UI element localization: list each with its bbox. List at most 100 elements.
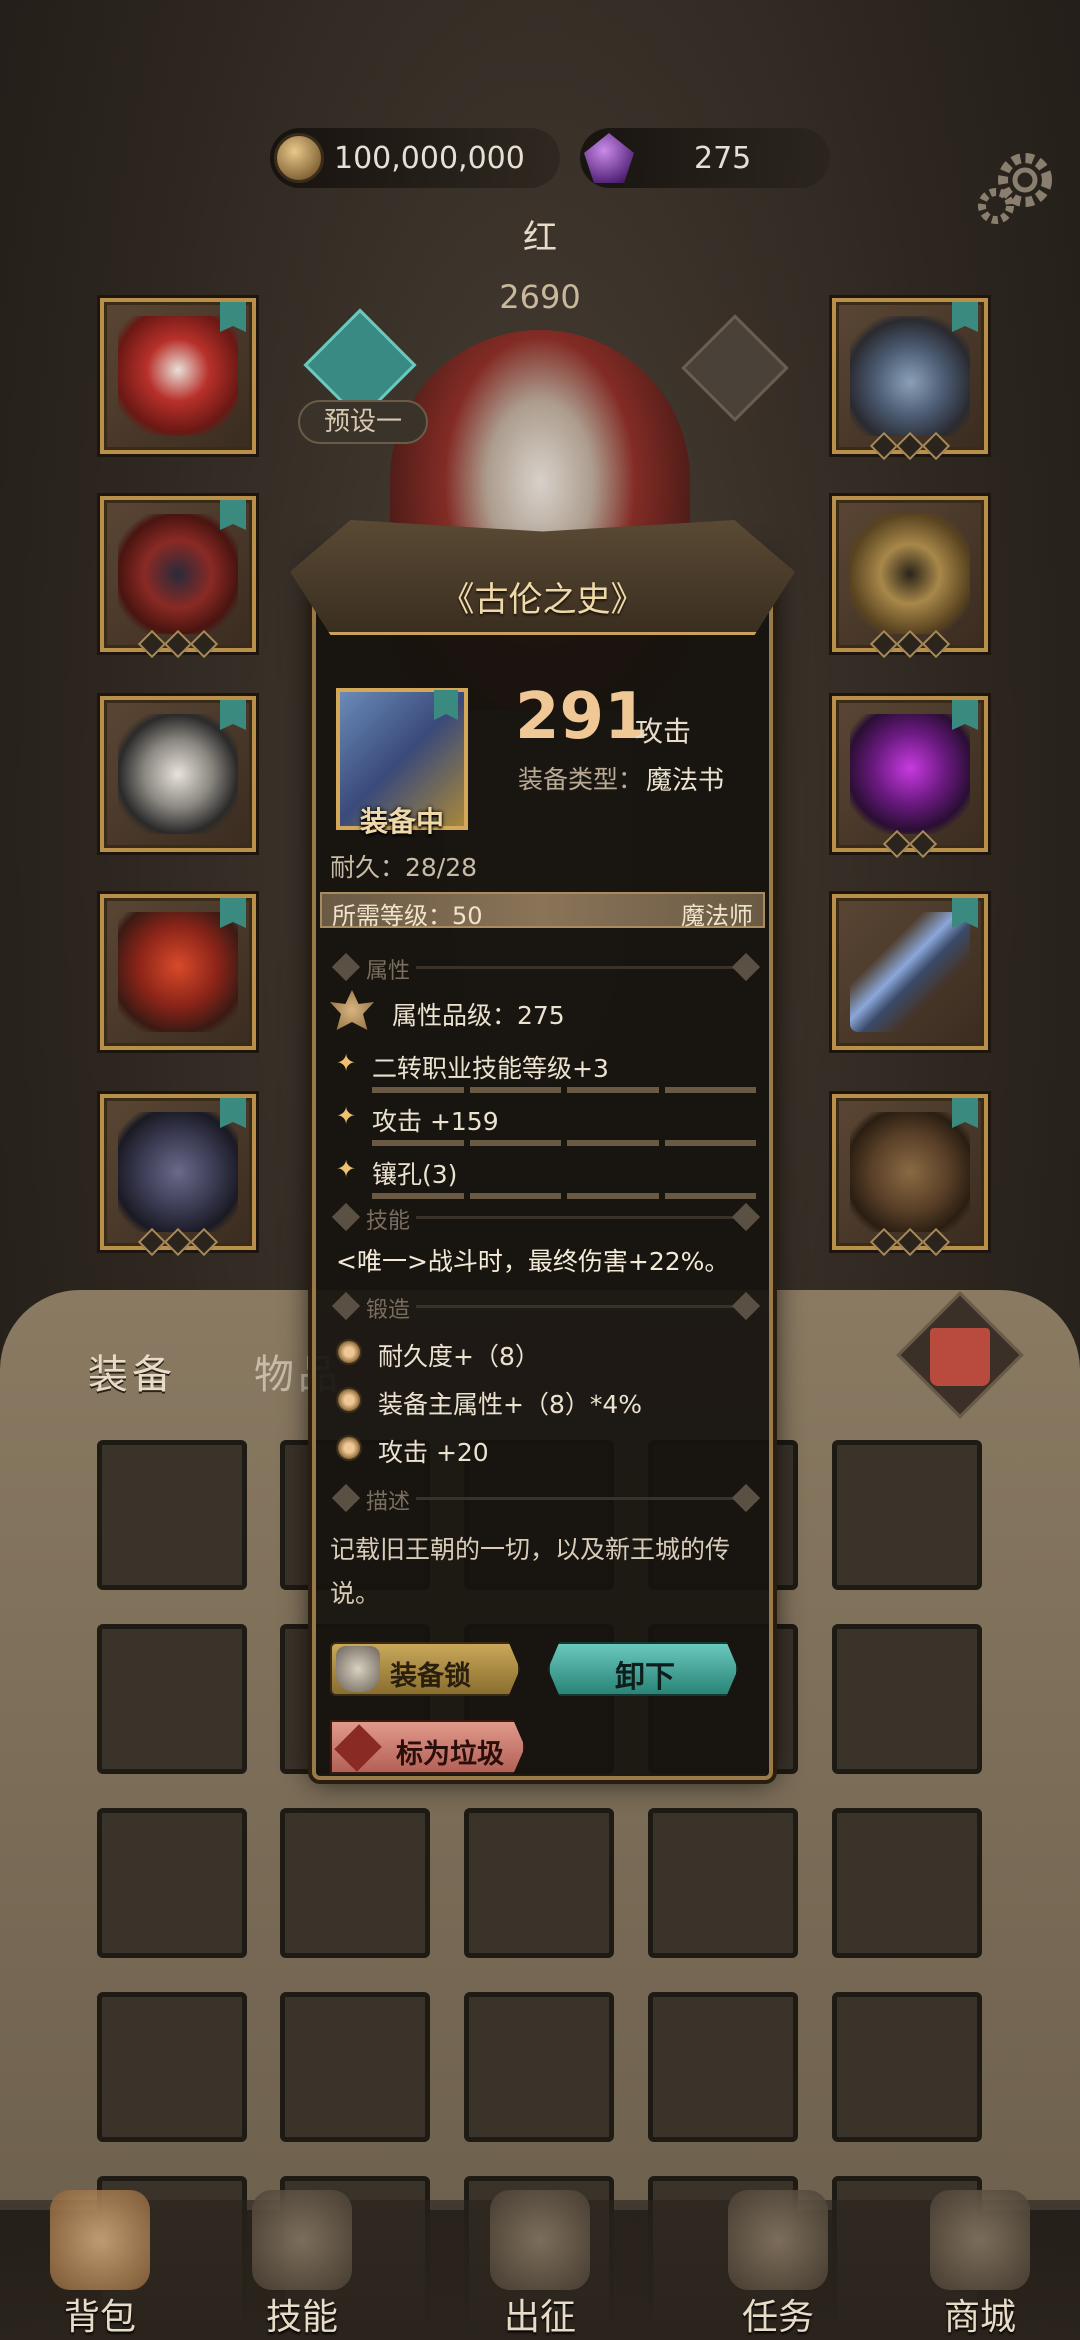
nav-backpack[interactable]: 背包 xyxy=(20,2190,180,2340)
equip-slot-armor[interactable] xyxy=(100,496,256,659)
section-attributes: 属性 xyxy=(331,952,761,984)
sparkle-icon: ✦ xyxy=(336,1102,357,1130)
nav-shop[interactable]: 商城 xyxy=(900,2190,1060,2340)
purple-helmet-icon xyxy=(850,714,970,834)
attribute-row: ✦ 二转职业技能等级+3 xyxy=(336,1047,756,1093)
section-skills: 技能 xyxy=(331,1202,761,1234)
gender-icon[interactable] xyxy=(681,314,789,422)
equip-slot-helmet[interactable] xyxy=(832,696,988,859)
equip-type-label: 装备类型： xyxy=(518,765,644,794)
equip-slot-cloak[interactable] xyxy=(100,298,256,454)
section-description: 描述 xyxy=(331,1483,761,1515)
inventory-slot[interactable] xyxy=(280,1808,430,1958)
inventory-slot[interactable] xyxy=(832,1992,982,2142)
purple-gem-icon xyxy=(584,133,634,183)
equip-slot-weapon[interactable] xyxy=(832,894,988,1050)
dark-boots-icon xyxy=(118,1112,238,1232)
forge-dot-icon xyxy=(336,1339,362,1365)
equip-lock-button[interactable]: 装备锁 xyxy=(330,1642,520,1696)
sword-map-icon xyxy=(490,2190,590,2290)
inventory-slot[interactable] xyxy=(832,1624,982,1774)
gem-counter: 275 xyxy=(580,128,830,188)
trash-icon[interactable] xyxy=(930,1328,990,1386)
sparkle-icon: ✦ xyxy=(336,1049,357,1077)
gem-amount: 275 xyxy=(694,140,752,176)
red-cloak-icon xyxy=(118,316,238,436)
game-screen: 100,000,000 275 红 2690 预设一 装备 物品 背包 技能 出… xyxy=(0,0,1080,2340)
attack-label: 攻击 xyxy=(635,715,692,748)
inventory-slot[interactable] xyxy=(97,1624,247,1774)
description-text: 记载旧王朝的一切，以及新王城的传说。 xyxy=(330,1535,731,1608)
inventory-slot[interactable] xyxy=(97,1808,247,1958)
equipped-label: 装备中 xyxy=(359,805,444,838)
backpack-icon xyxy=(50,2190,150,2290)
inventory-slot[interactable] xyxy=(832,1440,982,1590)
socket-gems xyxy=(836,431,984,461)
shop-crown-icon xyxy=(930,2190,1030,2290)
attack-value: 291 xyxy=(515,680,649,754)
white-gloves-icon xyxy=(118,714,238,834)
nav-label: 技能 xyxy=(265,2297,338,2338)
nav-label: 任务 xyxy=(741,2297,814,2338)
requirement-bar: 所需等级：50 魔法师 xyxy=(320,892,765,930)
inventory-slot[interactable] xyxy=(97,1992,247,2142)
equip-slot-boots[interactable] xyxy=(100,1094,256,1257)
necklace-icon xyxy=(850,316,970,436)
forge-dot-icon xyxy=(336,1387,362,1413)
nav-quests[interactable]: 任务 xyxy=(698,2190,858,2340)
gold-coin-icon xyxy=(274,133,324,183)
inventory-slot[interactable] xyxy=(97,1440,247,1590)
inventory-slot[interactable] xyxy=(464,1992,614,2142)
inventory-slot[interactable] xyxy=(832,1808,982,1958)
equip-slot-ring[interactable] xyxy=(832,496,988,659)
socket-gems xyxy=(836,1227,984,1257)
socket-gems xyxy=(836,829,984,859)
required-level: 所需等级：50 xyxy=(332,902,483,930)
nav-expedition[interactable]: 出征 xyxy=(460,2190,620,2340)
red-dress-icon xyxy=(118,514,238,634)
durability: 耐久：28/28 xyxy=(330,853,478,882)
socket-gems xyxy=(104,629,252,659)
equip-slot-necklace[interactable] xyxy=(832,298,988,461)
attribute-row: ✦ 攻击 +159 xyxy=(336,1100,756,1146)
inventory-slot[interactable] xyxy=(648,1808,798,1958)
potion-belt-icon xyxy=(850,1112,970,1232)
nav-skills[interactable]: 技能 xyxy=(222,2190,382,2340)
inventory-slot[interactable] xyxy=(648,1992,798,2142)
socket-gems xyxy=(104,1227,252,1257)
sparkle-icon: ✦ xyxy=(336,1155,357,1183)
gold-ring-icon xyxy=(850,514,970,634)
item-flag xyxy=(434,690,458,720)
nav-label: 背包 xyxy=(63,2297,136,2338)
preset-button[interactable]: 预设一 xyxy=(298,400,428,444)
quest-scroll-icon xyxy=(728,2190,828,2290)
required-class: 魔法师 xyxy=(681,902,753,930)
skill-book-icon xyxy=(252,2190,352,2290)
mark-junk-button[interactable]: 标为垃圾 xyxy=(330,1720,525,1774)
junk-tag-icon xyxy=(334,1724,382,1772)
attribute-row: ✦ 镶孔(3) xyxy=(336,1153,756,1199)
tab-equipment[interactable]: 装备 xyxy=(88,1342,176,1400)
socket-gems xyxy=(836,629,984,659)
nav-label: 商城 xyxy=(943,2297,1016,2338)
character-name: 红 xyxy=(523,218,557,258)
unequip-button[interactable]: 卸下 xyxy=(548,1642,738,1696)
nav-label: 出征 xyxy=(503,2297,576,2338)
inventory-slot[interactable] xyxy=(280,1992,430,2142)
skill-text: <唯一>战斗时，最终伤害+22%。 xyxy=(336,1247,730,1276)
equip-slot-belt[interactable] xyxy=(832,1094,988,1257)
item-detail-popup: 《古伦之史》 装备中 291 攻击 装备类型： 魔法书 耐久：28/28 所需等… xyxy=(290,520,795,1805)
equip-slot-pants[interactable] xyxy=(100,894,256,1050)
equip-slot-gloves[interactable] xyxy=(100,696,256,852)
red-pants-icon xyxy=(118,912,238,1032)
gold-amount: 100,000,000 xyxy=(334,140,525,176)
forge-dot-icon xyxy=(336,1435,362,1461)
settings-gear-icon[interactable] xyxy=(970,140,1060,230)
section-forge: 锻造 xyxy=(331,1291,761,1323)
lock-icon xyxy=(336,1646,380,1692)
inventory-slot[interactable] xyxy=(464,1808,614,1958)
item-title: 《古伦之史》 xyxy=(440,580,645,620)
quality-text: 属性品级：275 xyxy=(392,1001,565,1030)
gold-counter: 100,000,000 xyxy=(270,128,560,188)
character-power: 2690 xyxy=(499,278,581,316)
